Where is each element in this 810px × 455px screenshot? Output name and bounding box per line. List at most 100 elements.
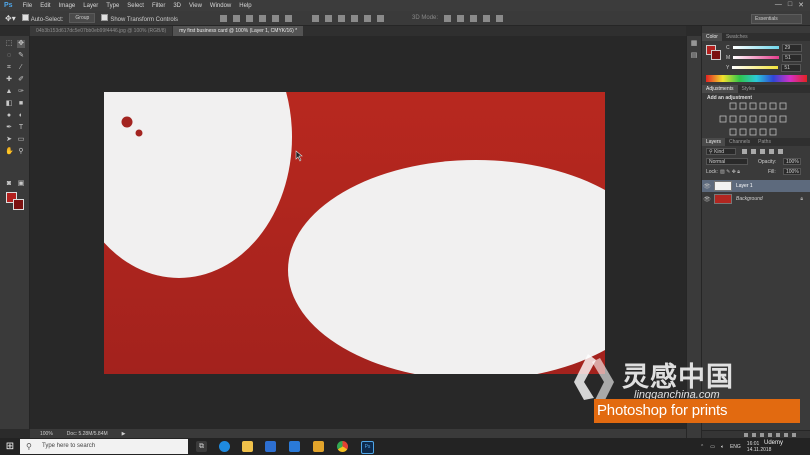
align-top-icon[interactable] — [220, 14, 228, 22]
distribute-bottom-icon[interactable] — [338, 14, 346, 22]
hand-tool-icon[interactable]: ✋ — [5, 148, 14, 156]
mail-icon[interactable] — [289, 441, 300, 452]
tab-background-image[interactable]: 04b3b153d617dc5e07bb0eb99f4446.jpg @ 100… — [30, 26, 173, 36]
quick-mask-icon[interactable]: ◙ — [5, 180, 13, 188]
color-panel-background-swatch[interactable] — [711, 50, 721, 60]
menu-filter[interactable]: Filter — [148, 3, 169, 9]
3d-rotate-icon[interactable] — [444, 14, 452, 22]
pen-tool-icon[interactable]: ✒ — [5, 124, 13, 132]
close-button[interactable]: ✕ — [798, 1, 804, 9]
auto-select-checkbox[interactable]: Auto-Select: — [21, 13, 63, 23]
edge-browser-icon[interactable] — [219, 441, 230, 452]
tab-styles[interactable]: Styles — [738, 85, 760, 93]
background-color-swatch[interactable] — [13, 199, 24, 210]
lasso-tool-icon[interactable]: ◌ — [5, 52, 13, 60]
move-tool-icon[interactable]: ✥ — [17, 40, 25, 48]
visibility-eye-icon[interactable]: 👁︎ — [702, 183, 712, 190]
history-brush-tool-icon[interactable]: ✑ — [17, 88, 25, 96]
healing-tool-icon[interactable]: ✚ — [5, 76, 13, 84]
layer-kind-filter[interactable]: ⚲ Kind — [706, 148, 736, 155]
folder-icon[interactable] — [313, 441, 324, 452]
eraser-tool-icon[interactable]: ◧ — [5, 100, 13, 108]
tab-layers[interactable]: Layers — [702, 138, 726, 146]
menu-file[interactable]: File — [19, 3, 37, 9]
move-tool-icon[interactable]: ✥▾ — [5, 14, 16, 23]
volume-icon[interactable]: 🔈︎ — [721, 444, 724, 450]
brush-tool-icon[interactable]: ✐ — [17, 76, 25, 84]
tab-swatches[interactable]: Swatches — [722, 33, 752, 41]
visibility-eye-icon[interactable]: 👁︎ — [702, 196, 712, 203]
chevron-up-icon[interactable]: ⌃ — [700, 444, 704, 450]
layer-name[interactable]: Layer 1 — [736, 183, 753, 189]
photoshop-taskbar-icon[interactable]: Ps — [361, 441, 374, 454]
distribute-center-icon[interactable] — [364, 14, 372, 22]
tab-color[interactable]: Color — [702, 33, 722, 41]
fill-input[interactable]: 100% — [783, 168, 801, 175]
color-spectrum[interactable] — [706, 75, 807, 82]
menu-layer[interactable]: Layer — [79, 3, 102, 9]
distribute-right-icon[interactable] — [377, 14, 385, 22]
path-select-tool-icon[interactable]: ➤ — [5, 136, 13, 144]
layer-name[interactable]: Background — [736, 196, 763, 202]
dodge-tool-icon[interactable]: ◐ — [17, 112, 25, 120]
menu-type[interactable]: Type — [102, 3, 123, 9]
3d-pan-icon[interactable] — [470, 14, 478, 22]
screen-mode-icon[interactable]: ▣ — [17, 180, 25, 188]
properties-panel-icon[interactable]: ▤ — [690, 52, 698, 60]
tab-business-card[interactable]: my first business card @ 100% (Layer 1, … — [173, 26, 304, 36]
distribute-top-icon[interactable] — [312, 14, 320, 22]
gradient-tool-icon[interactable]: ■ — [17, 100, 25, 108]
menu-image[interactable]: Image — [55, 3, 80, 9]
rectangle-tool-icon[interactable]: ▭ — [17, 136, 25, 144]
clone-stamp-tool-icon[interactable]: ▲ — [5, 88, 13, 96]
3d-roll-icon[interactable] — [457, 14, 465, 22]
layer-row-layer-1[interactable]: 👁︎ Layer 1 — [702, 180, 810, 192]
business-card-canvas[interactable] — [104, 92, 605, 374]
zoom-tool-icon[interactable]: ⚲ — [17, 148, 25, 156]
slider-m-track[interactable] — [733, 56, 780, 59]
align-bottom-icon[interactable] — [246, 14, 254, 22]
windows-start-icon[interactable]: ⊞ — [0, 438, 20, 455]
distribute-middle-icon[interactable] — [325, 14, 333, 22]
tab-paths[interactable]: Paths — [754, 138, 775, 146]
align-center-icon[interactable] — [272, 14, 280, 22]
menu-help[interactable]: Help — [235, 3, 255, 9]
align-right-icon[interactable] — [285, 14, 293, 22]
menu-window[interactable]: Window — [206, 3, 235, 9]
menu-select[interactable]: Select — [123, 3, 148, 9]
store-icon[interactable] — [265, 441, 276, 452]
align-left-icon[interactable] — [259, 14, 267, 22]
history-panel-icon[interactable]: ▦ — [690, 40, 698, 48]
maximize-button[interactable]: □ — [788, 1, 792, 9]
tab-adjustments[interactable]: Adjustments — [702, 85, 738, 93]
3d-scale-icon[interactable] — [496, 14, 504, 22]
blur-tool-icon[interactable]: ● — [5, 112, 13, 120]
quick-select-tool-icon[interactable]: ✎ — [17, 52, 25, 60]
chrome-icon[interactable] — [337, 441, 348, 452]
doc-size[interactable]: Doc: 5.28M/5.84M — [67, 431, 108, 437]
language-indicator[interactable]: ENG — [730, 444, 741, 450]
network-icon[interactable]: ▭ — [710, 444, 715, 450]
lock-icons[interactable]: ▨ ✎ ✥ 🔒︎ — [720, 169, 760, 175]
slider-m[interactable]: M 51 — [726, 53, 806, 62]
minimize-button[interactable]: — — [775, 1, 782, 9]
status-arrow-icon[interactable]: ▶ — [122, 431, 126, 437]
menu-3d[interactable]: 3D — [169, 3, 185, 9]
blend-mode-select[interactable]: Normal — [706, 158, 748, 165]
zoom-level[interactable]: 100% — [40, 431, 53, 437]
type-tool-icon[interactable]: T — [17, 124, 25, 132]
auto-select-dropdown[interactable]: Group — [69, 13, 96, 23]
task-view-icon[interactable]: ⧉ — [196, 441, 207, 452]
transform-controls-checkbox[interactable]: Show Transform Controls — [101, 13, 178, 23]
tab-channels[interactable]: Channels — [725, 138, 754, 146]
slider-c[interactable]: C 29 — [726, 43, 806, 52]
align-middle-icon[interactable] — [233, 14, 241, 22]
workspace-switcher[interactable]: Essentials — [751, 14, 802, 24]
menu-view[interactable]: View — [185, 3, 206, 9]
layer-filter-icons[interactable] — [740, 149, 804, 155]
distribute-left-icon[interactable] — [351, 14, 359, 22]
crop-tool-icon[interactable]: ⌗ — [5, 64, 13, 72]
menu-edit[interactable]: Edit — [36, 3, 54, 9]
marquee-tool-icon[interactable]: ⬚ — [5, 40, 13, 48]
3d-slide-icon[interactable] — [483, 14, 491, 22]
